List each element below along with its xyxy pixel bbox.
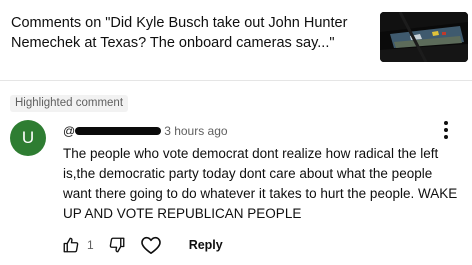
more-vert-icon[interactable]	[436, 121, 456, 141]
redacted-username	[75, 126, 162, 135]
comment-actions: 1 Reply	[62, 234, 233, 256]
heart-icon[interactable]	[140, 235, 162, 255]
comment-meta: @3 hours ago	[63, 123, 228, 139]
author-at-symbol: @	[63, 124, 76, 138]
thumbs-up-icon[interactable]	[62, 236, 80, 254]
highlighted-comment-badge: Highlighted comment	[10, 95, 129, 112]
race-onboard-image	[380, 12, 468, 62]
comments-title: Comments on "Did Kyle Busch take out Joh…	[11, 15, 348, 51]
reply-button[interactable]: Reply	[179, 238, 233, 252]
avatar[interactable]: U	[10, 120, 46, 156]
comment-time[interactable]: 3 hours ago	[164, 124, 227, 138]
like-count: 1	[87, 238, 94, 252]
comments-header: Comments on "Did Kyle Busch take out Joh…	[0, 0, 472, 81]
thumbs-down-icon[interactable]	[108, 236, 126, 254]
comment-body: The people who vote democrat dont realiz…	[63, 146, 458, 221]
video-thumbnail[interactable]	[380, 12, 468, 62]
